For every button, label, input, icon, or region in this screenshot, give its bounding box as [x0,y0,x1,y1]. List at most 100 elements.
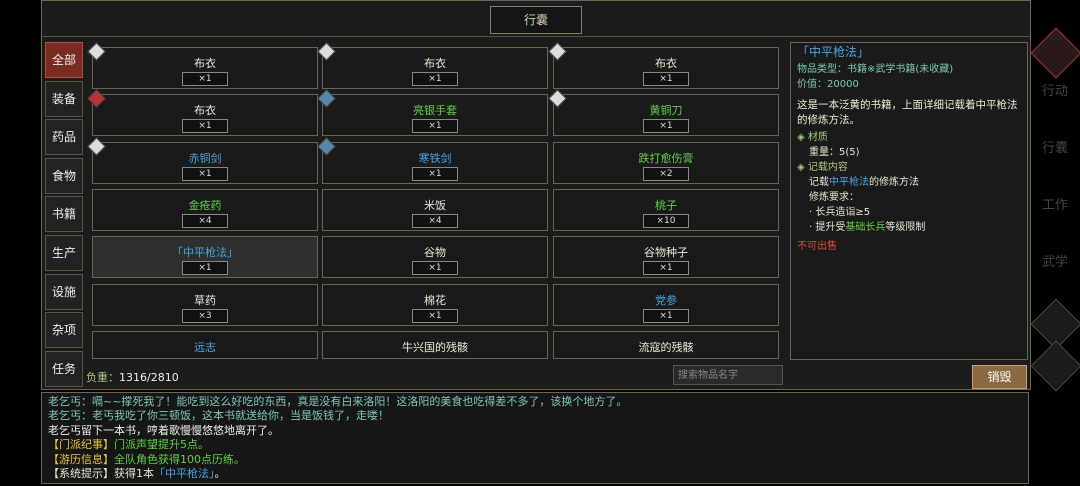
weight-display: 负重：1316/2810 [86,369,179,385]
item-count: ×1 [182,72,228,86]
destroy-button[interactable]: 销毁 [972,365,1027,389]
content-line: 记载中平枪法的修炼方法 [809,177,919,188]
category-tab[interactable]: 任务 [45,350,83,387]
settings-icon[interactable] [1030,340,1080,392]
inventory-slot[interactable]: 牛兴国的残骸 [322,330,548,359]
category-tab[interactable]: 书籍 [45,196,83,233]
requirement-1: · 长兵造诣≥5 [809,207,871,218]
weight-value: 1316/2810 [119,371,179,384]
category-tab[interactable]: 装备 [45,80,83,117]
message-log: 老乞丐：嗝~~撑死我了！能吃到这么好吃的东西，真是没有白来洛阳！这洛阳的美食也吃… [41,392,1029,484]
item-name: 金疮药 [188,198,222,212]
item-count: ×1 [182,166,228,181]
item-name: 桃子 [655,198,677,212]
inventory-slot[interactable]: 草药 ×3 [92,283,318,326]
item-name: 赤铜剑 [188,151,222,165]
item-count: ×1 [412,166,458,181]
item-count: ×1 [182,261,228,276]
item-name: 牛兴国的残骸 [402,340,468,354]
inventory-slot[interactable]: 棉花 ×1 [322,283,548,326]
inventory-slot[interactable]: 布衣 ×1 [87,42,318,89]
item-count: ×4 [182,213,228,228]
item-count: ×4 [412,213,458,228]
item-name: 远志 [194,340,216,354]
item-count: ×1 [412,119,458,134]
inventory-slot[interactable]: 布衣 ×1 [548,42,779,89]
item-name: 布衣 [194,104,216,118]
log-line: 老乞丐：嗝~~撑死我了！能吃到这么好吃的东西，真是没有白来洛阳！这洛阳的美食也吃… [48,395,628,408]
side-menu-item[interactable]: 工作 [1040,194,1070,213]
item-name: 亮银手套 [413,104,457,118]
inventory-slot[interactable]: 谷物种子 ×1 [553,236,779,279]
side-menu-item[interactable]: 行囊 [1040,137,1070,156]
item-name: 布衣 [194,57,216,70]
unsellable-note: 不可出售 [797,241,837,252]
item-name: 谷物种子 [644,246,688,260]
item-count: ×10 [643,213,689,228]
detail-description: 这是一本泛黄的书籍，上面详细记载着中平枪法的修炼方法。 [797,99,1018,126]
inventory-slot[interactable]: 寒铁剑 ×1 [317,136,548,184]
item-name: 草药 [194,293,216,307]
item-name: 跌打愈伤膏 [638,151,694,165]
weight-line: 重量：5(5) [809,147,860,158]
requirement-2: · 提升受基础长兵等级限制 [809,222,926,233]
inventory-slot[interactable]: 黄铜刀 ×1 [548,89,779,137]
item-detail-panel: 「中平枪法」 物品类型：书籍※武学书籍(未收藏) 价值：20000 这是一本泛黄… [790,42,1028,360]
item-count: ×1 [412,261,458,276]
category-tab[interactable]: 食物 [45,157,83,194]
item-count: ×1 [412,72,458,86]
title-divider [41,36,1030,37]
item-name: 谷物 [424,246,446,260]
inventory-slot[interactable]: 米饭 ×4 [322,188,548,231]
category-tab[interactable]: 药品 [45,119,83,156]
inventory-slot[interactable]: 布衣 ×1 [87,89,318,137]
log-line: 【门派纪事】门派声望提升5点。 [48,438,209,452]
material-heading: ◈ 材质 [797,132,828,143]
detail-title: 「中平枪法」 [797,45,870,59]
inventory-slot[interactable]: 金疮药 ×4 [92,188,318,231]
category-tab[interactable]: 杂项 [45,312,83,349]
item-name: 黄铜刀 [649,104,683,118]
side-menu-item[interactable]: 行动 [1040,80,1070,99]
item-count: ×1 [643,261,689,276]
log-line: 【系统提示】获得1本「中平枪法」。 [48,467,226,481]
category-tab[interactable]: 设施 [45,273,83,310]
side-menu-item[interactable]: 武学 [1040,251,1070,270]
content-heading: ◈ 记载内容 [797,162,848,173]
inventory-slot[interactable]: 赤铜剑 ×1 [87,136,318,184]
item-name: 流寇的残骸 [638,340,694,354]
item-name: 米饭 [424,198,446,212]
item-name: 布衣 [424,57,446,70]
inventory-slot[interactable]: 党参 ×1 [553,283,779,326]
inventory-slot[interactable]: 亮银手套 ×1 [317,89,548,137]
requirement-label: 修炼要求： [809,192,859,203]
item-count: ×3 [182,308,228,323]
log-line: 老乞丐：老丐我吃了你三顿饭，这本书就送给你，当是饭钱了，走喽！ [48,409,389,423]
item-count: ×1 [643,72,689,86]
inventory-slot[interactable]: 远志 [92,330,318,359]
item-count: ×2 [643,166,689,181]
detail-type: 物品类型：书籍※武学书籍(未收藏) [797,64,954,75]
item-count: ×1 [182,119,228,134]
inventory-slot[interactable]: 布衣 ×1 [317,42,548,89]
panel-title: 行囊 [490,6,582,34]
search-input[interactable]: 搜索物品名字 [673,365,783,385]
item-count: ×1 [412,308,458,323]
log-line: 【游历信息】全队角色获得100点历练。 [48,452,245,466]
item-name: 「中平枪法」 [172,246,238,260]
inventory-slot[interactable]: 跌打愈伤膏 ×2 [553,141,779,184]
inventory-slot[interactable]: 流寇的残骸 [553,330,779,359]
inventory-slot[interactable]: 「中平枪法」 ×1 [92,236,318,279]
item-name: 布衣 [655,57,677,70]
item-name: 党参 [655,293,677,307]
back-arrow-icon[interactable] [1030,27,1080,79]
inventory-slot[interactable]: 谷物 ×1 [322,236,548,279]
log-line: 老乞丐留下一本书，哼着歌慢慢悠悠地离开了。 [48,423,279,437]
item-count: ×1 [643,308,689,323]
inventory-slot[interactable]: 桃子 ×10 [553,188,779,231]
category-tab[interactable]: 生产 [45,235,83,271]
category-tab[interactable]: 全部 [45,42,83,78]
weight-label: 负重： [86,371,119,384]
item-name: 棉花 [424,293,446,307]
detail-price: 价值：20000 [797,79,859,90]
